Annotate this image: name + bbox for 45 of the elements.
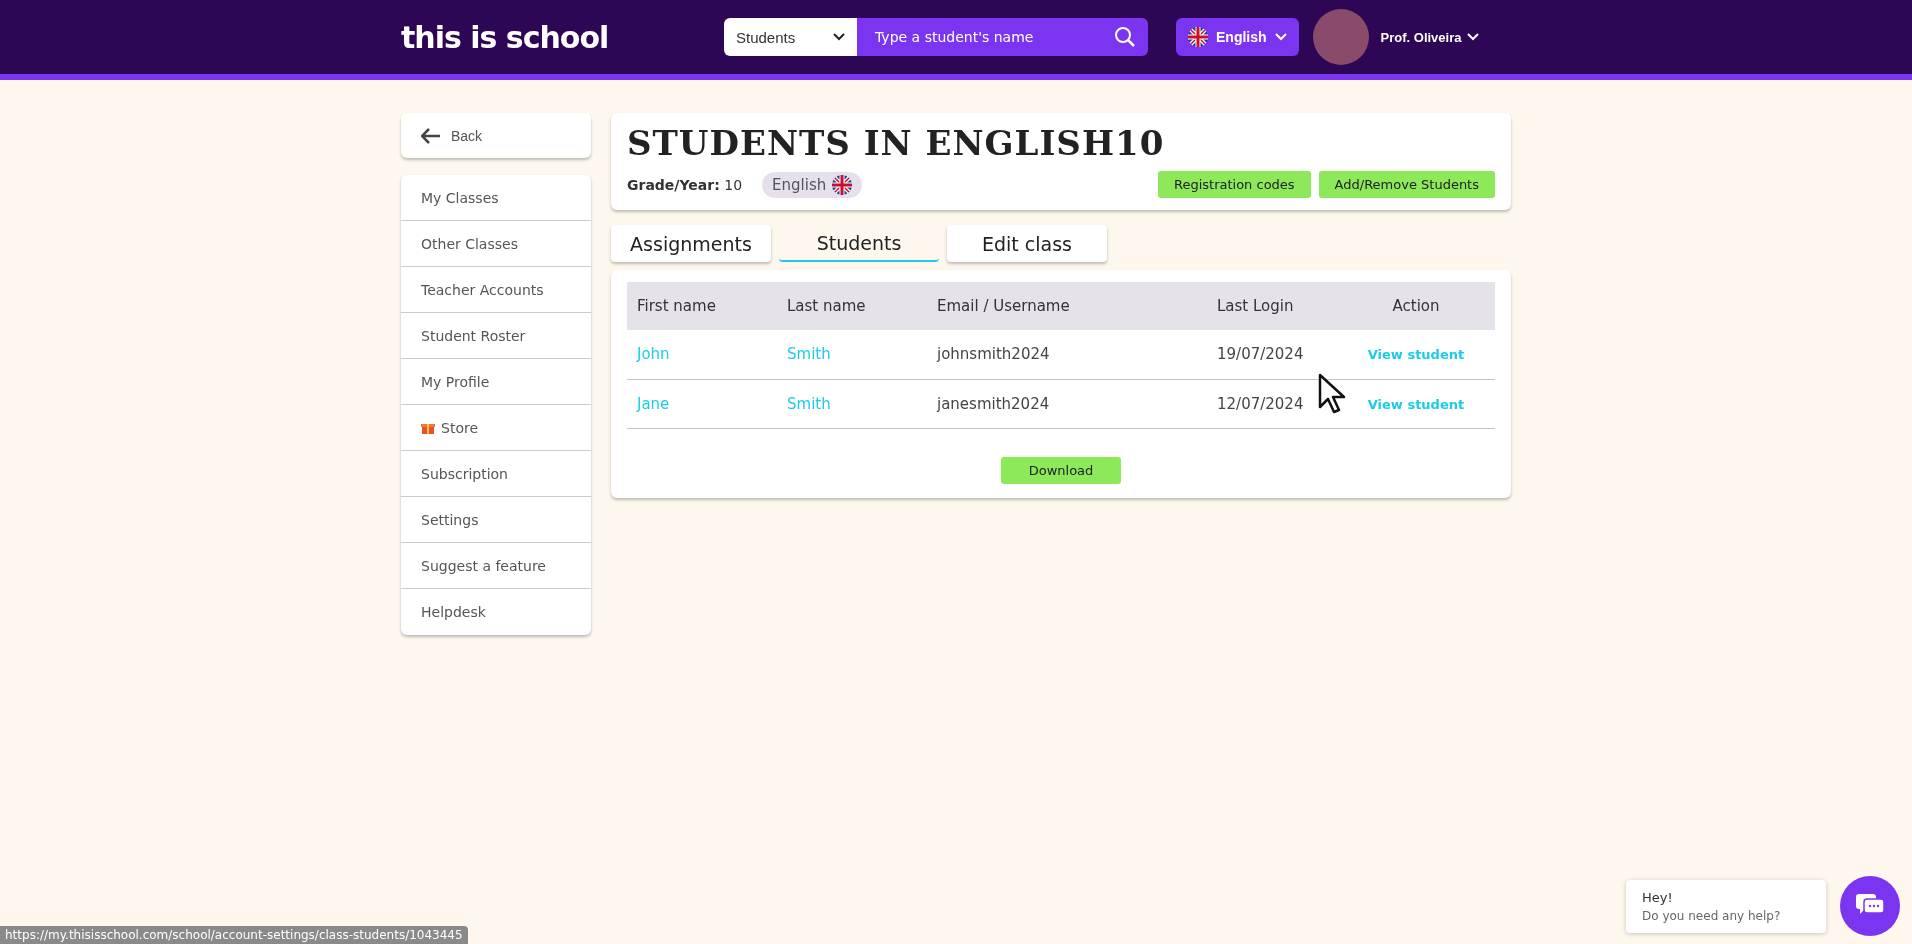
table-cell: johnsmith2024 bbox=[927, 330, 1207, 379]
sidebar-item[interactable]: Store bbox=[401, 405, 591, 451]
chevron-down-icon bbox=[1467, 33, 1480, 41]
sidebar-item[interactable]: Subscription bbox=[401, 451, 591, 497]
back-button[interactable]: Back bbox=[401, 113, 591, 158]
search-scope-dropdown[interactable]: Students bbox=[724, 18, 857, 56]
chat-title: Hey! bbox=[1642, 889, 1674, 905]
action-button[interactable]: Add/Remove Students bbox=[1318, 171, 1495, 198]
chat-button[interactable] bbox=[1840, 876, 1900, 936]
column-header: Last name bbox=[777, 282, 927, 330]
tab[interactable]: Students bbox=[779, 225, 939, 262]
column-header: Action bbox=[1337, 282, 1495, 330]
sidebar-item[interactable]: Student Roster bbox=[401, 313, 591, 359]
chat-text: Do you need any help? bbox=[1642, 908, 1782, 923]
logo[interactable]: this is school bbox=[401, 19, 724, 55]
chat-bubble[interactable]: Hey! Do you need any help? bbox=[1626, 879, 1826, 933]
column-header: Email / Username bbox=[927, 282, 1207, 330]
arrow-left-icon bbox=[421, 127, 441, 144]
tab[interactable]: Assignments bbox=[611, 225, 771, 262]
grade-year-text: Grade/Year: 10 bbox=[627, 176, 743, 193]
chevron-down-icon bbox=[1274, 33, 1287, 41]
sidebar-item[interactable]: Suggest a feature bbox=[401, 543, 591, 589]
page-title: STUDENTS IN ENGLISH10 bbox=[627, 123, 1166, 163]
column-header: Last Login bbox=[1207, 282, 1337, 330]
status-url: https://my.thisisschool.com/school/account-settings/class-students/1043445 bbox=[0, 926, 468, 944]
search-icon[interactable] bbox=[1114, 26, 1136, 48]
uk-flag-icon bbox=[1188, 27, 1208, 47]
column-header: First name bbox=[627, 282, 777, 330]
sidebar-item[interactable]: Settings bbox=[401, 497, 591, 543]
sidebar-item[interactable]: My Profile bbox=[401, 359, 591, 405]
subject-tag: English bbox=[762, 171, 863, 198]
download-button[interactable]: Download bbox=[1001, 456, 1121, 484]
uk-flag-icon bbox=[832, 174, 853, 195]
tab[interactable]: Edit class bbox=[947, 225, 1107, 262]
mouse-pointer-icon bbox=[1318, 373, 1346, 415]
chevron-down-icon bbox=[833, 33, 845, 41]
language-selector[interactable]: English bbox=[1176, 18, 1299, 56]
action-button[interactable]: Registration codes bbox=[1157, 171, 1311, 198]
sidebar-item[interactable]: Helpdesk bbox=[401, 589, 591, 635]
sidebar-item[interactable]: My Classes bbox=[401, 175, 591, 221]
table-cell: janesmith2024 bbox=[927, 379, 1207, 428]
sidebar-item[interactable]: Other Classes bbox=[401, 221, 591, 267]
sidebar-item[interactable]: Teacher Accounts bbox=[401, 267, 591, 313]
user-menu[interactable]: Prof. Oliveira bbox=[1374, 28, 1486, 46]
search-field[interactable]: Type a student's name bbox=[857, 18, 1148, 56]
